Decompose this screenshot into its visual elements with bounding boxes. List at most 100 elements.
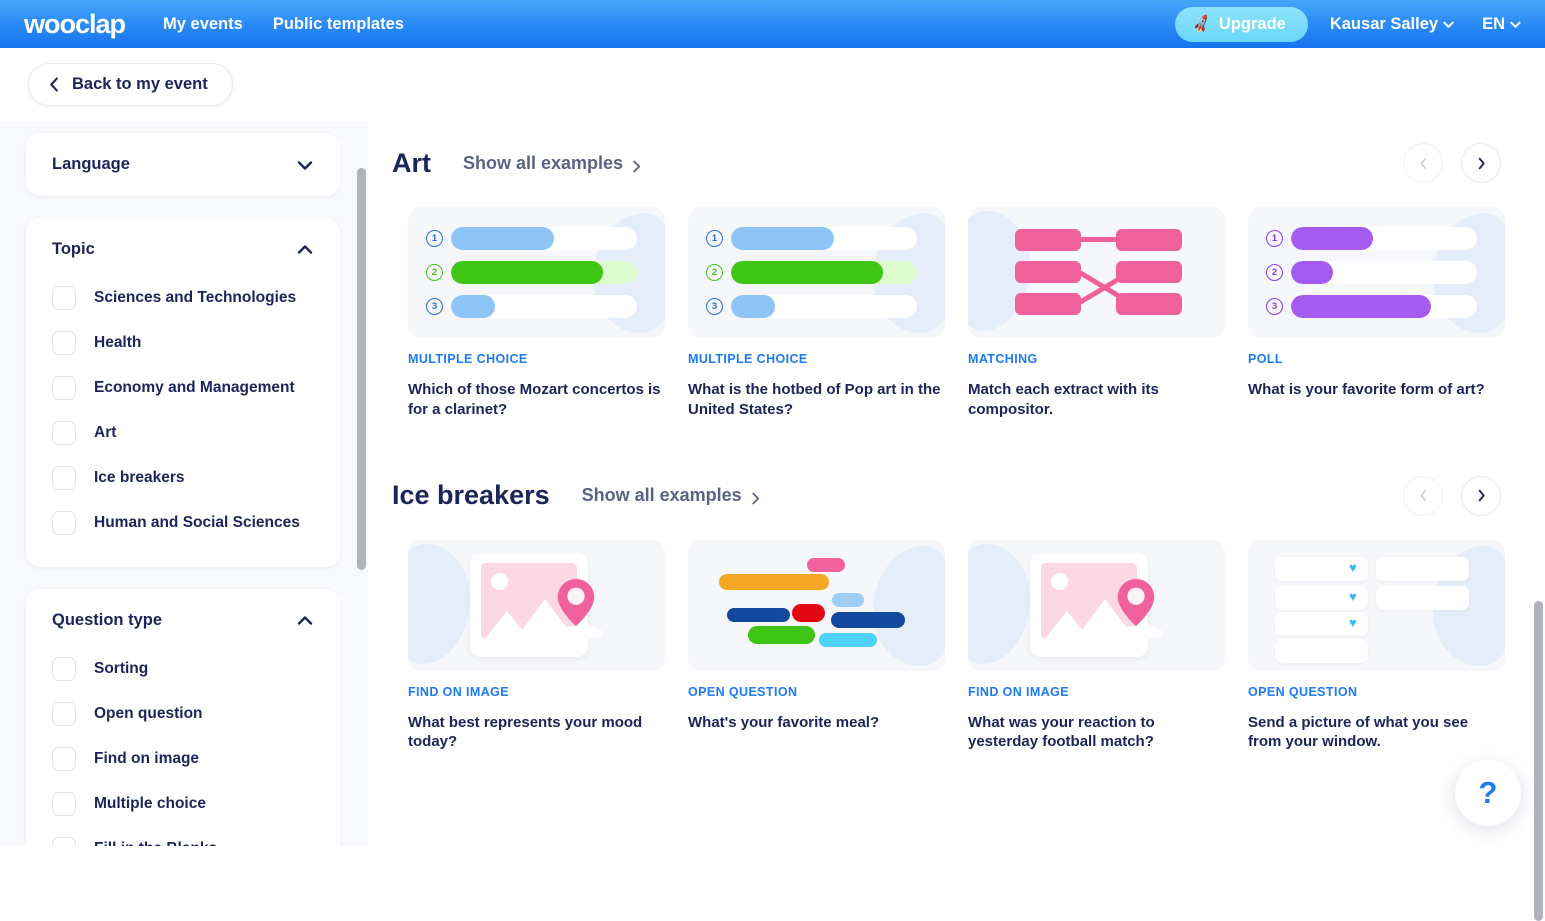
sidebar-scrollbar-thumb[interactable]: [357, 168, 366, 570]
bar-track: [451, 295, 637, 318]
topic-option-art[interactable]: Art: [52, 410, 314, 455]
section-art: Art Show all examples: [368, 121, 1545, 420]
filter-header-question-type[interactable]: Question type: [52, 611, 314, 630]
question-type-option-find-on-image[interactable]: Find on image: [52, 736, 314, 781]
card-title: What best represents your mood today?: [408, 713, 665, 753]
option-label: Health: [94, 334, 141, 352]
carousel-controls-ice-breakers: [1403, 476, 1501, 516]
question-type-option-sorting[interactable]: Sorting: [52, 646, 314, 691]
card-type-label: MATCHING: [968, 352, 1225, 366]
question-type-option-multiple-choice[interactable]: Multiple choice: [52, 781, 314, 826]
carousel-prev-button-ice-breakers[interactable]: [1403, 476, 1443, 516]
carousel-next-button-ice-breakers[interactable]: [1461, 476, 1501, 516]
user-account-menu[interactable]: Kausar Salley: [1330, 15, 1454, 34]
topic-option-economy-and-management[interactable]: Economy and Management: [52, 365, 314, 410]
card-type-label: POLL: [1248, 352, 1505, 366]
carousel-prev-button-art[interactable]: [1403, 143, 1443, 183]
checkbox[interactable]: [52, 657, 76, 681]
back-to-my-event-button[interactable]: Back to my event: [28, 63, 233, 106]
match-tag: [1116, 261, 1182, 283]
template-card[interactable]: MATCHING Match each extract with its com…: [968, 207, 1225, 420]
show-all-examples-ice-breakers[interactable]: Show all examples: [582, 485, 760, 506]
option-label: Economy and Management: [94, 379, 295, 397]
card-row-art: 1 2 3: [392, 207, 1545, 420]
template-card[interactable]: ♥ ♥ ♥ OPEN QUESTION Send a picture of wh…: [1248, 540, 1505, 753]
match-tag: [1015, 293, 1081, 315]
poll-bar-row: 3: [1266, 295, 1477, 318]
template-card[interactable]: 1 2 3: [1248, 207, 1505, 420]
template-card[interactable]: FIND ON IMAGE What was your reaction to …: [968, 540, 1225, 753]
mcq-bar-row: 3: [706, 295, 917, 318]
filter-title-language: Language: [52, 155, 130, 174]
template-card[interactable]: FIND ON IMAGE What best represents your …: [408, 540, 665, 753]
checkbox[interactable]: [52, 511, 76, 535]
match-tag: [1116, 293, 1182, 315]
template-card[interactable]: 1 2 3: [408, 207, 665, 420]
bar-track: [731, 227, 917, 250]
upgrade-button[interactable]: 🚀 Upgrade: [1175, 7, 1307, 42]
bar-track: [451, 227, 637, 250]
chevron-up-icon[interactable]: [296, 241, 314, 259]
section-header-ice-breakers: Ice breakers Show all examples: [392, 476, 1545, 516]
rocket-icon: 🚀: [1191, 13, 1213, 35]
bar-fill: [731, 261, 883, 284]
help-button[interactable]: ?: [1455, 760, 1521, 826]
bar-fill: [451, 261, 603, 284]
checkbox[interactable]: [52, 792, 76, 816]
templates-main-content: Art Show all examples: [368, 121, 1545, 846]
question-type-option-open-question[interactable]: Open question: [52, 691, 314, 736]
card-title: What is the hotbed of Pop art in the Uni…: [688, 380, 945, 420]
filter-group-topic: Topic Sciences and Technologies Health E…: [26, 218, 340, 567]
template-card[interactable]: OPEN QUESTION What's your favorite meal?: [688, 540, 945, 753]
heart-icon: ♥: [1349, 589, 1357, 604]
nav-public-templates[interactable]: Public templates: [273, 15, 404, 34]
chevron-up-icon[interactable]: [296, 612, 314, 630]
checkbox[interactable]: [52, 837, 76, 847]
user-name-label: Kausar Salley: [1330, 15, 1438, 34]
match-tag: [1015, 229, 1081, 251]
language-selector[interactable]: EN: [1482, 15, 1521, 34]
option-label: Sorting: [94, 660, 148, 678]
checkbox[interactable]: [52, 702, 76, 726]
card-thumbnail-find-on-image: [408, 540, 665, 671]
option-number: 2: [706, 264, 723, 281]
word-bar: [748, 626, 815, 644]
bar-track: [731, 295, 917, 318]
checkbox[interactable]: [52, 421, 76, 445]
question-type-options: Sorting Open question Find on image Mult…: [52, 646, 314, 846]
option-label: Art: [94, 424, 116, 442]
word-bar: [832, 593, 864, 607]
template-card[interactable]: 1 2 3: [688, 207, 945, 420]
carousel-next-button-art[interactable]: [1461, 143, 1501, 183]
word-bar: [792, 604, 825, 622]
pin-shadow: [551, 626, 603, 640]
page-scrollbar-thumb[interactable]: [1534, 601, 1543, 921]
checkbox[interactable]: [52, 376, 76, 400]
chevron-left-icon: [49, 77, 60, 92]
checkbox[interactable]: [52, 466, 76, 490]
answer-box: [1376, 586, 1469, 610]
question-type-option-fill-in-the-blanks[interactable]: Fill in the Blanks: [52, 826, 314, 846]
answer-box: [1275, 639, 1368, 663]
filter-header-topic[interactable]: Topic: [52, 240, 314, 259]
checkbox[interactable]: [52, 331, 76, 355]
mcq-bar-row: 2: [426, 261, 637, 284]
match-tag: [1015, 261, 1081, 283]
chevron-right-icon: [751, 489, 760, 502]
bar-track: [1291, 261, 1477, 284]
checkbox[interactable]: [52, 747, 76, 771]
card-title: Match each extract with its compositor.: [968, 380, 1225, 420]
card-thumbnail-multiple-choice: 1 2 3: [688, 207, 945, 338]
chevron-down-icon[interactable]: [296, 156, 314, 174]
option-number: 3: [426, 298, 443, 315]
show-all-examples-art[interactable]: Show all examples: [463, 153, 641, 174]
topic-option-health[interactable]: Health: [52, 320, 314, 365]
topic-option-human-and-social-sciences[interactable]: Human and Social Sciences: [52, 500, 314, 545]
topic-option-ice-breakers[interactable]: Ice breakers: [52, 455, 314, 500]
nav-my-events[interactable]: My events: [163, 15, 243, 34]
checkbox[interactable]: [52, 286, 76, 310]
filter-header-language[interactable]: Language: [52, 155, 314, 174]
filter-group-question-type: Question type Sorting Open question Find…: [26, 589, 340, 846]
topic-option-sciences-and-technologies[interactable]: Sciences and Technologies: [52, 275, 314, 320]
wooclap-logo[interactable]: wooclap: [24, 9, 125, 40]
